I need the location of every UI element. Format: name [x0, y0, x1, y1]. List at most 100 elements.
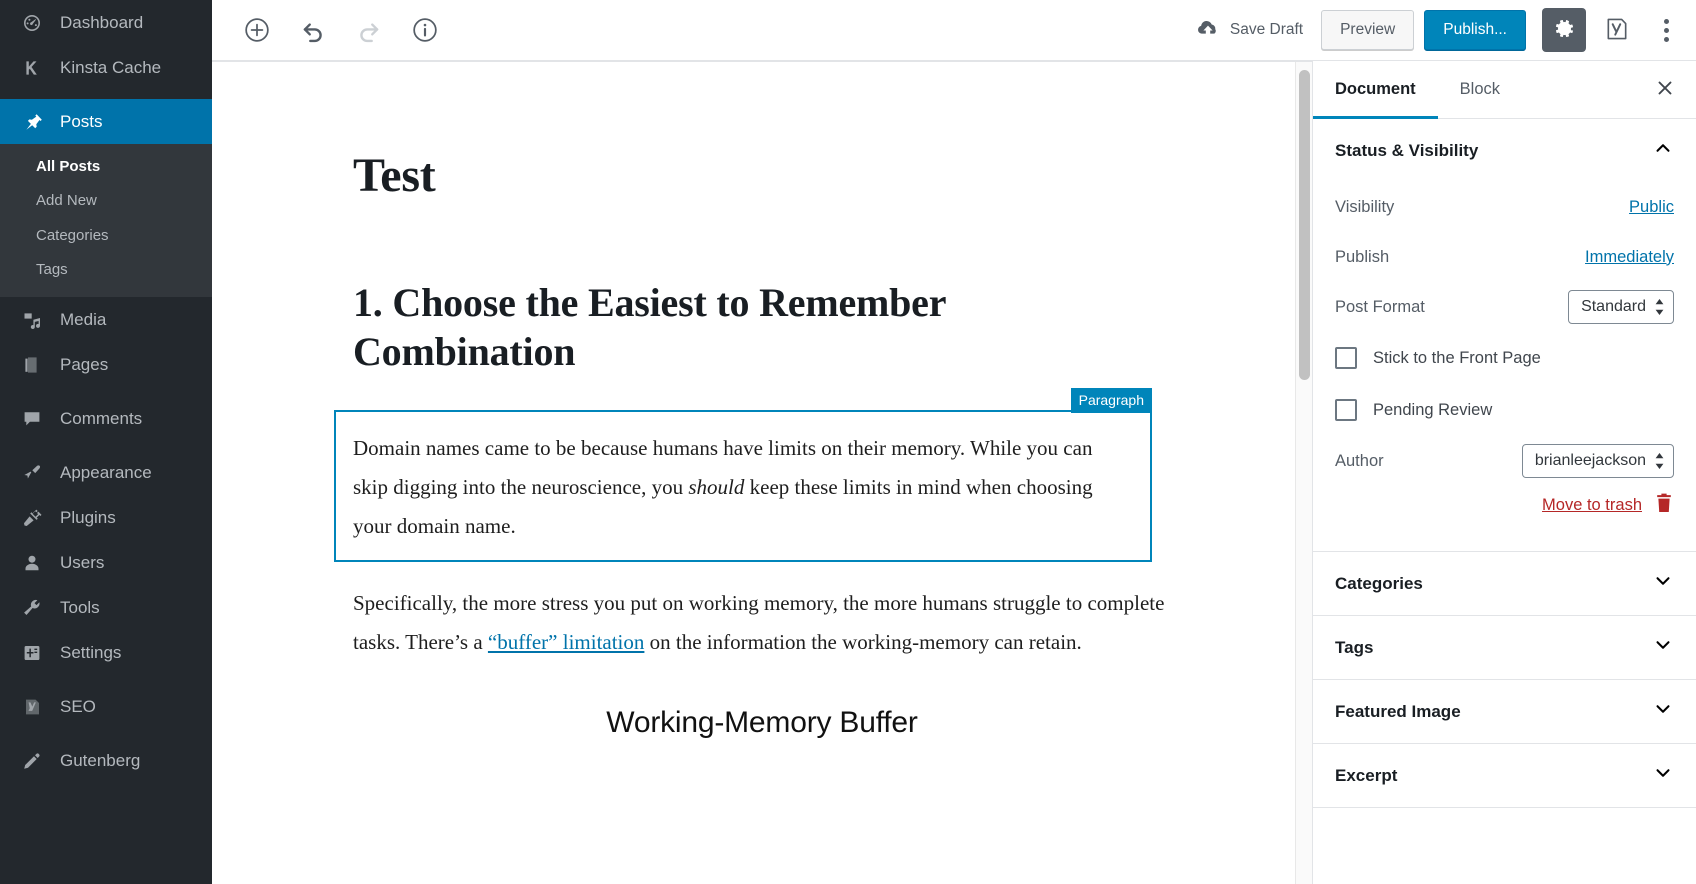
panel-categories: Categories — [1313, 552, 1696, 616]
panel-featured-image-header[interactable]: Featured Image — [1313, 680, 1696, 743]
sidebar-item-posts[interactable]: Posts — [0, 99, 212, 144]
post-format-select[interactable]: Standard — [1568, 290, 1674, 324]
undo-button[interactable] — [292, 9, 334, 51]
settings-panel-list: Status & Visibility Visibility Public Publi… — [1313, 119, 1696, 808]
sidebar-item-label: Appearance — [60, 463, 152, 482]
settings-tab-bar: Document Block — [1313, 61, 1696, 119]
author-value: brianleejackson — [1534, 452, 1646, 469]
sidebar-item-label: Tools — [60, 598, 100, 617]
image-block-caption: Working-Memory Buffer — [606, 705, 918, 739]
publish-label: Publish — [1335, 247, 1390, 266]
visibility-value-button[interactable]: Public — [1629, 198, 1674, 217]
kinsta-k-icon — [22, 58, 50, 78]
panel-title: Excerpt — [1335, 765, 1398, 785]
author-label: Author — [1335, 451, 1384, 470]
buffer-limitation-link[interactable]: “buffer” limitation — [488, 630, 644, 654]
chevron-down-icon[interactable] — [1652, 634, 1674, 661]
pending-review-checkbox[interactable] — [1335, 399, 1357, 421]
panel-tags: Tags — [1313, 616, 1696, 680]
settings-gear-button[interactable] — [1542, 8, 1586, 52]
content-info-button[interactable] — [404, 9, 446, 51]
header-left-tools — [236, 9, 446, 51]
updown-arrows-icon — [1654, 452, 1665, 470]
wordpress-editor-app: Dashboard Kinsta Cache Posts All Posts Add N… — [0, 0, 1696, 884]
editor-scroll-area[interactable]: Test 1. Choose the Easiest to Remember C… — [212, 62, 1312, 884]
chevron-up-icon[interactable] — [1652, 137, 1674, 164]
sidebar-item-label: Dashboard — [60, 13, 144, 32]
editor-body: Test 1. Choose the Easiest to Remember C… — [212, 61, 1696, 884]
tab-document[interactable]: Document — [1313, 61, 1438, 119]
post-content: Test 1. Choose the Easiest to Remember C… — [334, 62, 1171, 780]
sidebar-item-settings[interactable]: Settings — [0, 630, 212, 675]
settings-sidebar: Document Block Status & Visibility Visibil… — [1312, 61, 1696, 884]
post-heading[interactable]: 1. Choose the Easiest to Remember Combin… — [353, 279, 1171, 377]
panel-excerpt-header[interactable]: Excerpt — [1313, 744, 1696, 807]
close-settings-button[interactable] — [1642, 61, 1688, 118]
sidebar-item-label: Comments — [60, 409, 143, 428]
redo-button[interactable] — [348, 9, 390, 51]
author-select[interactable]: brianleejackson — [1521, 444, 1674, 478]
panel-status-visibility-header[interactable]: Status & Visibility — [1313, 119, 1696, 182]
pin-icon — [22, 112, 50, 132]
sidebar-item-users[interactable]: Users — [0, 540, 212, 585]
submenu-item-add-new[interactable]: Add New — [0, 184, 212, 218]
sidebar-item-dashboard[interactable]: Dashboard — [0, 0, 212, 45]
sidebar-item-label: Settings — [60, 643, 122, 662]
submenu-item-categories[interactable]: Categories — [0, 219, 212, 253]
chevron-down-icon[interactable] — [1652, 762, 1674, 789]
selected-paragraph-block[interactable]: Paragraph Domain names came to be becaus… — [334, 388, 1152, 562]
yoast-y-icon — [22, 697, 50, 717]
save-draft-button[interactable]: Save Draft — [1188, 10, 1311, 51]
sidebar-item-label: Pages — [60, 355, 109, 374]
gear-icon — [1552, 17, 1576, 44]
paragraph-block-2[interactable]: Specifically, the more stress you put on… — [353, 584, 1171, 662]
sidebar-item-comments[interactable]: Comments — [0, 396, 212, 441]
add-block-button[interactable] — [236, 9, 278, 51]
submenu-item-tags[interactable]: Tags — [0, 253, 212, 287]
move-to-trash-button[interactable]: Move to trash — [1542, 496, 1642, 515]
visibility-row: Visibility Public — [1335, 182, 1674, 232]
submenu-item-all-posts[interactable]: All Posts — [0, 150, 212, 184]
panel-featured-image: Featured Image — [1313, 680, 1696, 744]
author-row: Author brianleejackson — [1335, 436, 1674, 486]
panel-tags-header[interactable]: Tags — [1313, 616, 1696, 679]
media-icon — [22, 310, 50, 330]
publish-button[interactable]: Publish... — [1424, 10, 1526, 50]
tab-block[interactable]: Block — [1438, 61, 1522, 118]
sticky-label: Stick to the Front Page — [1373, 348, 1541, 367]
menu-separator — [0, 90, 212, 99]
pending-review-row[interactable]: Pending Review — [1335, 384, 1674, 436]
sticky-row[interactable]: Stick to the Front Page — [1335, 332, 1674, 384]
publish-value-button[interactable]: Immediately — [1585, 248, 1674, 267]
scrollbar-thumb[interactable] — [1299, 70, 1310, 380]
chevron-down-icon[interactable] — [1652, 698, 1674, 725]
sidebar-item-seo[interactable]: SEO — [0, 684, 212, 729]
trash-icon[interactable] — [1654, 492, 1674, 519]
sliders-icon — [22, 643, 50, 663]
yoast-seo-button[interactable] — [1596, 9, 1638, 51]
sidebar-item-gutenberg[interactable]: Gutenberg — [0, 738, 212, 783]
sidebar-item-label: SEO — [60, 697, 96, 716]
sidebar-item-kinsta-cache[interactable]: Kinsta Cache — [0, 45, 212, 90]
sidebar-item-plugins[interactable]: Plugins — [0, 495, 212, 540]
post-title[interactable]: Test — [353, 149, 1171, 203]
sticky-checkbox[interactable] — [1335, 347, 1357, 369]
block-type-badge: Paragraph — [1070, 388, 1152, 414]
menu-separator — [0, 729, 212, 738]
sidebar-item-pages[interactable]: Pages — [0, 342, 212, 387]
sidebar-item-appearance[interactable]: Appearance — [0, 450, 212, 495]
paintbrush-icon — [22, 463, 50, 483]
admin-sidebar: Dashboard Kinsta Cache Posts All Posts Add N… — [0, 0, 212, 884]
paragraph-text[interactable]: Domain names came to be because humans h… — [353, 429, 1129, 546]
panel-categories-header[interactable]: Categories — [1313, 552, 1696, 615]
post-format-label: Post Format — [1335, 297, 1425, 316]
updown-arrows-icon — [1654, 298, 1665, 316]
chevron-down-icon[interactable] — [1652, 570, 1674, 597]
sidebar-item-media[interactable]: Media — [0, 297, 212, 342]
sidebar-item-tools[interactable]: Tools — [0, 585, 212, 630]
paragraph2-text-part-2: on the information the working-memory ca… — [644, 629, 1082, 654]
editor-vertical-scrollbar[interactable] — [1295, 62, 1312, 884]
preview-button[interactable]: Preview — [1321, 10, 1415, 50]
more-options-button[interactable] — [1648, 9, 1684, 51]
post-format-row: Post Format Standard — [1335, 282, 1674, 332]
